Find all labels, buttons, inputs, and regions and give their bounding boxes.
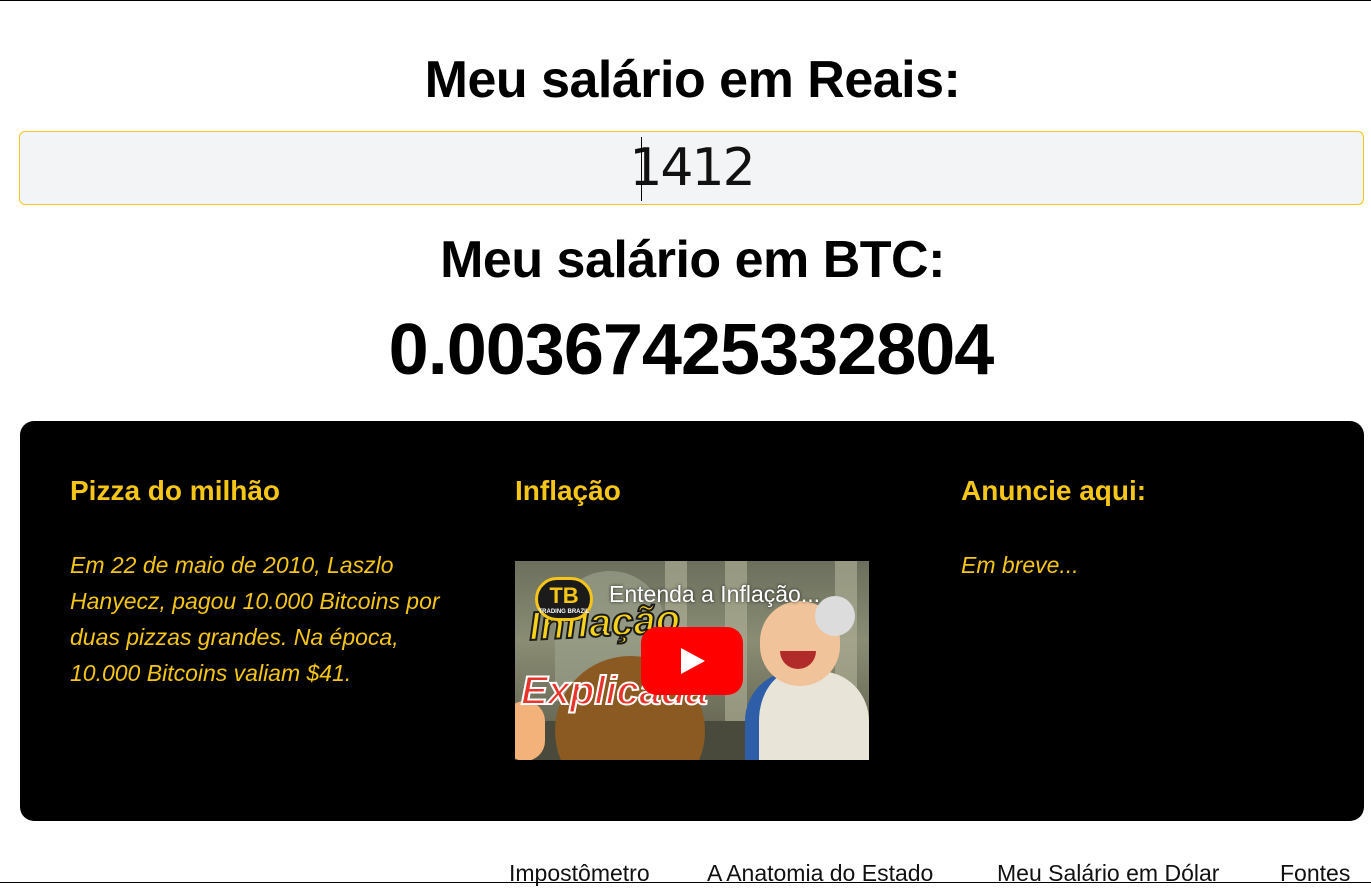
youtube-play-icon	[681, 648, 705, 674]
salary-btc-value: 0.00367425332804	[388, 310, 995, 390]
channel-logo-icon[interactable]: TB TRADING BRAZIL	[535, 577, 593, 621]
pizza-title: Pizza do milhão	[70, 475, 281, 506]
pizza-text: Em 22 de maio de 2010, Laszlo Hanyecz, p…	[70, 552, 440, 686]
anuncie-section: Anuncie aqui: Em breve...	[961, 471, 1331, 583]
salary-btc-heading: Meu salário em BTC:	[440, 231, 945, 289]
salary-reais-input[interactable]	[19, 131, 1364, 205]
anuncie-text: Em breve...	[961, 552, 1079, 578]
bottom-border	[0, 882, 1371, 883]
text-caret	[641, 137, 642, 201]
info-panel: Pizza do milhão Em 22 de maio de 2010, L…	[20, 421, 1364, 821]
salary-reais-heading: Meu salário em Reais:	[424, 51, 961, 109]
inflacao-title: Inflação	[515, 475, 621, 506]
footer-nav: Impostômetro A Anatomia do Estado Meu Sa…	[0, 858, 1371, 886]
channel-logo-letters: TB	[549, 583, 579, 608]
inflacao-section: Inflação Inflação Explicada TB TRADING B…	[515, 471, 885, 760]
video-play-button[interactable]	[641, 627, 743, 695]
channel-logo-subtitle: TRADING BRAZIL	[538, 609, 590, 615]
top-border	[0, 0, 1371, 1]
anuncie-title: Anuncie aqui:	[961, 475, 1147, 506]
video-title[interactable]: Entenda a Inflação...	[609, 581, 820, 608]
pizza-section: Pizza do milhão Em 22 de maio de 2010, L…	[70, 471, 440, 691]
inflacao-video-embed[interactable]: Inflação Explicada TB TRADING BRAZIL Ent…	[515, 561, 869, 760]
video-thumbnail-character-hair	[815, 596, 855, 636]
